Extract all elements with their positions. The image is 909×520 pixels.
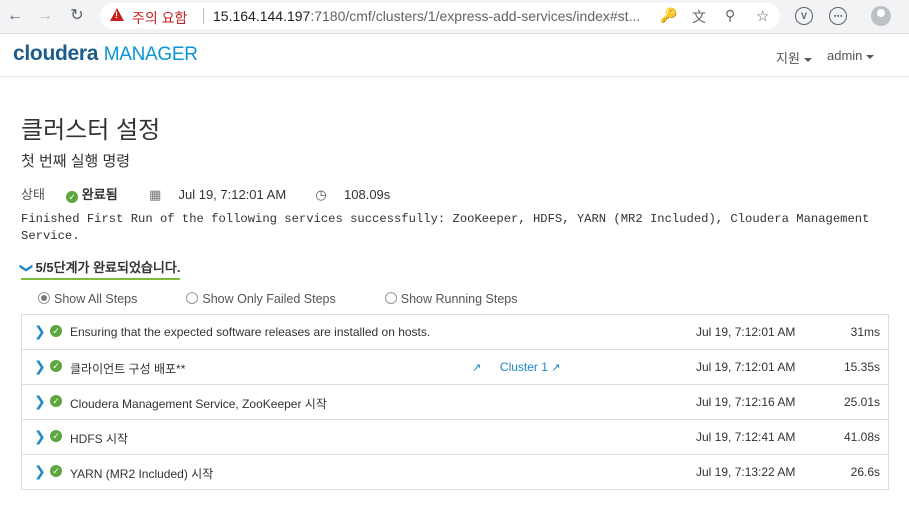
table-row[interactable]: ❯ ✓ HDFS 시작 Jul 19, 7:12:41 AM 41.08s xyxy=(22,420,888,455)
address-divider xyxy=(203,8,204,24)
chevron-right-icon[interactable]: ❯ xyxy=(34,358,46,375)
page-title: 클러스터 설정 xyxy=(21,117,161,144)
chevron-down-icon xyxy=(803,57,812,62)
radio-unselected[interactable] xyxy=(384,292,397,304)
back-arrow-icon[interactable]: ← xyxy=(3,5,27,27)
user-menu-label: admin xyxy=(827,48,863,63)
radio-selected[interactable] xyxy=(38,292,50,304)
user-menu[interactable]: admin xyxy=(827,48,875,63)
url-text[interactable]: 15.164.144.197:7180/cmf/clusters/1/expre… xyxy=(213,8,640,24)
external-link-icon[interactable]: ↗ xyxy=(551,362,560,374)
success-check-icon: ✓ xyxy=(66,191,79,203)
bookmark-star-icon[interactable]: ☆ xyxy=(756,7,769,25)
success-check-icon: ✓ xyxy=(50,395,62,407)
filter-failed-steps[interactable]: Show Only Failed Steps xyxy=(186,292,336,306)
step-duration: 25.01s xyxy=(843,395,880,409)
calendar-icon: ▦ xyxy=(148,187,162,202)
step-name: HDFS 시작 xyxy=(70,432,129,446)
url-host: 15.164.144.197 xyxy=(213,8,311,24)
page-subtitle: 첫 번째 실행 명령 xyxy=(21,153,131,170)
chevron-down-icon xyxy=(866,54,875,59)
step-duration: 26.6s xyxy=(850,465,880,479)
step-name: 클라이언트 구성 배포** xyxy=(70,362,186,376)
table-row[interactable]: ❯ ✓ Ensuring that the expected software … xyxy=(22,315,888,350)
command-status-line: 상태 ✓ 완료됨 ▦ Jul 19, 7:12:01 AM ◷ 108.09s xyxy=(21,184,390,203)
step-duration: 41.08s xyxy=(843,430,880,444)
status-label: 상태 xyxy=(21,187,45,202)
filter-all-steps[interactable]: Show All Steps xyxy=(38,292,137,306)
chevron-right-icon[interactable]: ❯ xyxy=(34,428,46,445)
app-header: cloudera MANAGER 지원 admin xyxy=(0,34,909,77)
extension-v-icon[interactable]: V xyxy=(795,7,813,25)
filter-label: Show Only Failed Steps xyxy=(202,292,336,306)
reload-icon[interactable]: ↻ xyxy=(65,5,89,27)
step-time: Jul 19, 7:12:01 AM xyxy=(696,325,796,339)
step-time: Jul 19, 7:12:01 AM xyxy=(696,360,796,374)
filter-running-steps[interactable]: Show Running Steps xyxy=(384,292,518,306)
step-name: YARN (MR2 Included) 시작 xyxy=(70,467,214,481)
support-menu[interactable]: 지원 xyxy=(776,48,812,67)
address-bar[interactable]: ! 주의 요함 15.164.144.197:7180/cmf/clusters… xyxy=(100,3,780,29)
step-filter-group: Show All Steps Show Only Failed Steps Sh… xyxy=(38,292,517,306)
support-menu-label: 지원 xyxy=(776,51,800,66)
cluster-link[interactable]: Cluster 1 xyxy=(500,360,548,374)
filter-label: Show Running Steps xyxy=(400,292,518,306)
chevron-right-icon[interactable]: ❯ xyxy=(34,463,46,480)
step-time: Jul 19, 7:12:41 AM xyxy=(696,430,796,444)
forward-arrow-icon[interactable]: → xyxy=(33,5,57,27)
step-links: ↗ Cluster 1 ↗ xyxy=(472,360,561,374)
logo-product: MANAGER xyxy=(103,44,198,65)
step-duration: 15.35s xyxy=(843,360,880,374)
browser-toolbar: ← → ↻ ! 주의 요함 15.164.144.197:7180/cmf/cl… xyxy=(0,0,909,34)
profile-avatar-icon[interactable] xyxy=(871,6,891,26)
result-message: Finished First Run of the following serv… xyxy=(21,212,870,243)
step-time: Jul 19, 7:13:22 AM xyxy=(696,465,796,479)
success-check-icon: ✓ xyxy=(50,430,62,442)
success-check-icon: ✓ xyxy=(50,465,62,477)
security-warning-label[interactable]: 주의 요함 xyxy=(132,8,187,28)
extension-icon[interactable]: ⋯ xyxy=(829,7,847,25)
clock-icon: ◷ xyxy=(315,187,327,202)
progress-summary-text: 5/5단계가 완료되었습니다. xyxy=(35,260,181,275)
table-row[interactable]: ❯ ✓ 클라이언트 구성 배포** ↗ Cluster 1 ↗ Jul 19, … xyxy=(22,350,888,385)
url-path: :7180/cmf/clusters/1/express-add-service… xyxy=(310,8,641,24)
status-date: Jul 19, 7:12:01 AM xyxy=(178,187,287,202)
table-row[interactable]: ❯ ✓ YARN (MR2 Included) 시작 Jul 19, 7:13:… xyxy=(22,455,888,489)
step-duration: 31ms xyxy=(850,325,880,339)
chevron-right-icon[interactable]: ❯ xyxy=(34,323,46,340)
step-name: Cloudera Management Service, ZooKeeper 시… xyxy=(70,397,327,411)
filter-label: Show All Steps xyxy=(54,292,138,306)
warning-icon: ! xyxy=(110,8,124,21)
external-link-icon[interactable]: ↗ xyxy=(472,362,481,374)
status-duration: 108.09s xyxy=(344,187,391,202)
success-check-icon: ✓ xyxy=(50,360,62,372)
steps-table: ❯ ✓ Ensuring that the expected software … xyxy=(21,314,889,490)
progress-summary-toggle[interactable]: ❯ 5/5단계가 완료되었습니다. xyxy=(19,257,181,280)
radio-unselected[interactable] xyxy=(186,292,199,304)
status-value: 완료됨 xyxy=(81,187,118,202)
zoom-icon[interactable]: ⚲ xyxy=(725,7,735,24)
translate-icon[interactable]: 文 xyxy=(692,7,706,27)
key-icon[interactable]: 🔑 xyxy=(660,7,677,24)
table-row[interactable]: ❯ ✓ Cloudera Management Service, ZooKeep… xyxy=(22,385,888,420)
cloudera-manager-logo[interactable]: cloudera MANAGER xyxy=(13,42,198,66)
chevron-down-icon: ❯ xyxy=(19,262,35,274)
step-name: Ensuring that the expected software rele… xyxy=(70,325,431,339)
success-check-icon: ✓ xyxy=(50,325,62,337)
chevron-right-icon[interactable]: ❯ xyxy=(34,393,46,410)
step-time: Jul 19, 7:12:16 AM xyxy=(696,395,796,409)
logo-brand: cloudera xyxy=(13,42,99,65)
